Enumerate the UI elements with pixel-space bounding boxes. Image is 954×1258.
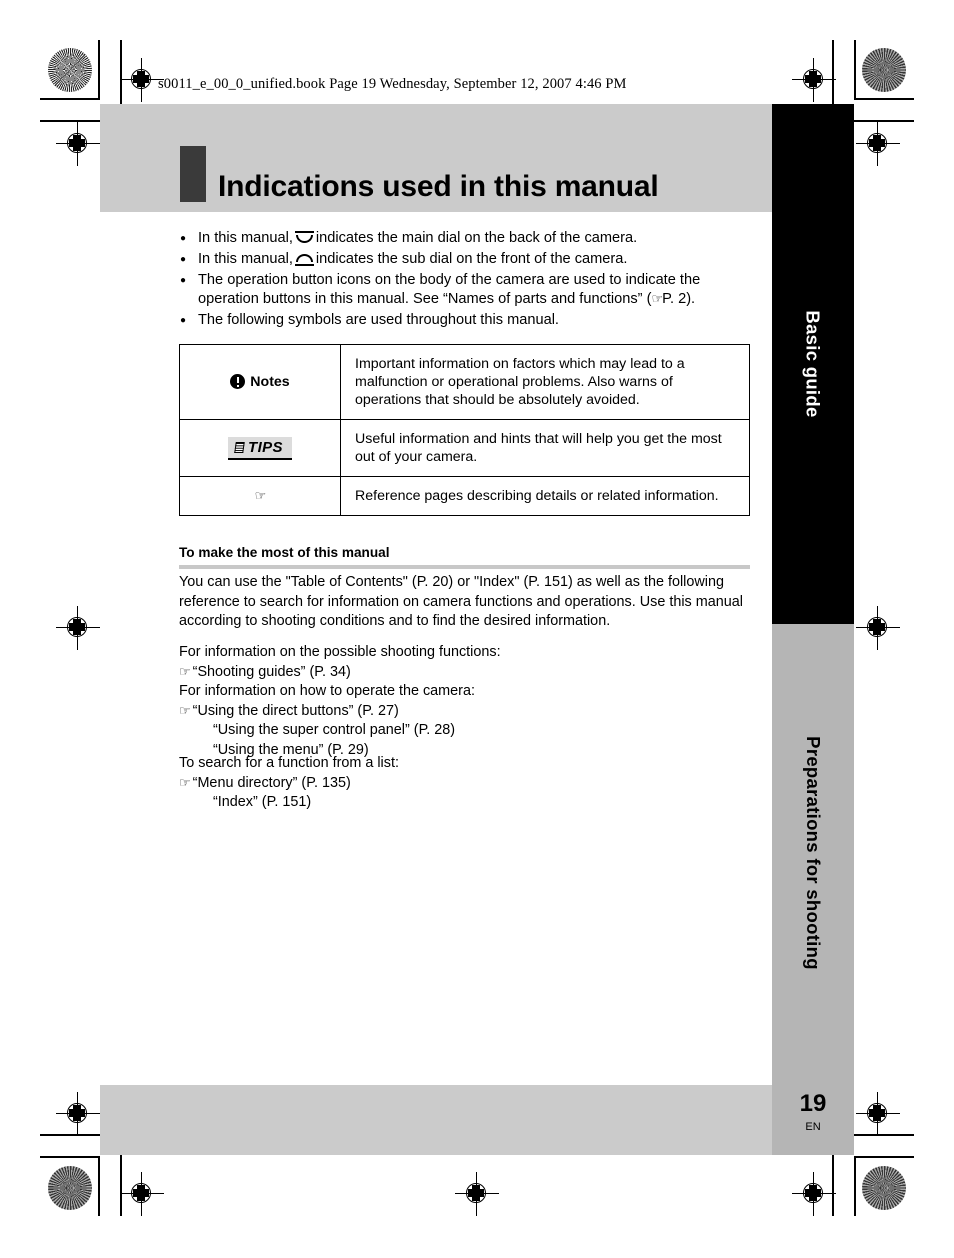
list-item: The operation button icons on the body o…: [180, 271, 740, 309]
notes-label: Notes: [250, 374, 290, 390]
footer-band: [100, 1085, 772, 1155]
reference-hand-icon: [179, 665, 190, 678]
symbol-label-cell: [179, 476, 341, 516]
crop-mark-line: [40, 98, 100, 100]
registration-target-icon: [56, 606, 100, 650]
symbol-description-cell: Useful information and hints that will h…: [340, 419, 750, 477]
list-item: In this manual, indicates the main dial o…: [180, 229, 740, 248]
side-tab-label: Basic guide: [803, 310, 825, 418]
reference-entry: “Menu directory” (P. 135): [179, 774, 399, 794]
bullet-text-before: In this manual,: [198, 251, 293, 267]
reference-entry: “Using the super control panel” (P. 28): [213, 722, 456, 738]
symbols-table: Notes Important information on factors w…: [179, 344, 750, 516]
intro-bullet-list: In this manual, indicates the main dial o…: [180, 229, 740, 332]
symbol-description-cell: Reference pages describing details or re…: [340, 476, 750, 516]
reference-group: For information on how to operate the ca…: [179, 682, 475, 760]
bullet-text: The following symbols are used throughou…: [198, 312, 559, 328]
crop-mark-line: [98, 40, 100, 100]
reference-entry-text: “Using the direct buttons” (P. 27): [192, 702, 399, 719]
manual-page: s0011_e_00_0_unified.book Page 19 Wednes…: [0, 0, 954, 1258]
crop-mark-line: [854, 1156, 856, 1216]
reference-group-lead: To search for a function from a list:: [179, 755, 399, 771]
notes-badge: Notes: [230, 373, 290, 391]
reference-entry: “Index” (P. 151): [213, 794, 312, 810]
section-heading: To make the most of this manual: [179, 545, 390, 560]
reference-entry: “Shooting guides” (P. 34): [179, 663, 501, 683]
exclamation-circle-icon: [230, 374, 246, 389]
registration-target-icon: [856, 1092, 900, 1136]
reference-entry-text: “Shooting guides” (P. 34): [192, 663, 351, 680]
registration-target-icon: [856, 122, 900, 166]
side-tab-preparations-for-shooting[interactable]: Preparations for shooting: [772, 624, 854, 1082]
rosette-mark-icon: [48, 48, 92, 92]
main-dial-icon: [294, 231, 314, 245]
rosette-mark-icon: [862, 48, 906, 92]
reference-hand-icon: [179, 776, 190, 789]
side-tab-basic-guide[interactable]: Basic guide: [772, 104, 854, 624]
registration-target-icon: [856, 606, 900, 650]
symbol-label-cell: Notes: [179, 344, 341, 420]
table-row: Notes Important information on factors w…: [179, 344, 750, 420]
file-header-text: s0011_e_00_0_unified.book Page 19 Wednes…: [158, 76, 627, 92]
registration-target-icon: [792, 58, 836, 102]
reference-hand-icon: [179, 704, 190, 717]
sub-dial-icon: [294, 252, 314, 266]
bullet-text-before: The operation button icons on the body o…: [198, 272, 701, 307]
bullet-text-after: indicates the main dial on the back of t…: [315, 230, 638, 246]
rosette-mark-icon: [862, 1166, 906, 1210]
tips-label: TIPS: [248, 438, 283, 456]
crop-mark-line: [854, 40, 856, 100]
page-number: 19: [799, 1090, 827, 1117]
tips-badge: TIPS: [228, 436, 292, 460]
reference-entry: “Using the direct buttons” (P. 27): [179, 702, 475, 722]
page-title: Indications used in this manual: [218, 170, 659, 204]
registration-target-icon: [120, 1172, 164, 1216]
crop-mark-line: [40, 1156, 100, 1158]
registration-target-icon: [455, 1172, 499, 1216]
symbol-label-cell: TIPS: [179, 419, 341, 477]
list-item: The following symbols are used throughou…: [180, 311, 740, 330]
table-row: Reference pages describing details or re…: [179, 476, 750, 516]
tips-document-icon: [235, 442, 244, 453]
list-item: In this manual, indicates the sub dial on…: [180, 250, 740, 269]
section-paragraph: You can use the "Table of Contents" (P. …: [179, 574, 743, 629]
reference-group-lead: For information on the possible shooting…: [179, 644, 501, 660]
crop-mark-line: [98, 1156, 100, 1216]
symbol-description-cell: Important information on factors which m…: [340, 344, 750, 420]
bullet-text-before: In this manual,: [198, 230, 293, 246]
bullet-text-after: indicates the sub dial on the front of t…: [315, 251, 628, 267]
title-accent-bar: [180, 146, 206, 202]
table-row: TIPS Useful information and hints that w…: [179, 419, 750, 477]
reference-hand-icon: [651, 292, 662, 305]
rosette-mark-icon: [48, 1166, 92, 1210]
registration-target-icon: [792, 1172, 836, 1216]
registration-target-icon: [56, 1092, 100, 1136]
crop-mark-line: [854, 98, 914, 100]
reference-group: To search for a function from a list: “M…: [179, 754, 399, 813]
page-language-code: EN: [805, 1121, 821, 1133]
registration-target-icon: [56, 122, 100, 166]
reference-group-lead: For information on how to operate the ca…: [179, 683, 475, 699]
crop-mark-line: [854, 1156, 914, 1158]
bullet-text-after: P. 2).: [662, 291, 696, 307]
page-number-block: 19 EN: [772, 1082, 854, 1155]
section-divider: [179, 565, 750, 569]
side-tab-label: Preparations for shooting: [803, 736, 825, 970]
reference-hand-icon: [255, 489, 266, 502]
reference-entry-text: “Menu directory” (P. 135): [192, 774, 351, 791]
reference-group: For information on the possible shooting…: [179, 643, 501, 682]
